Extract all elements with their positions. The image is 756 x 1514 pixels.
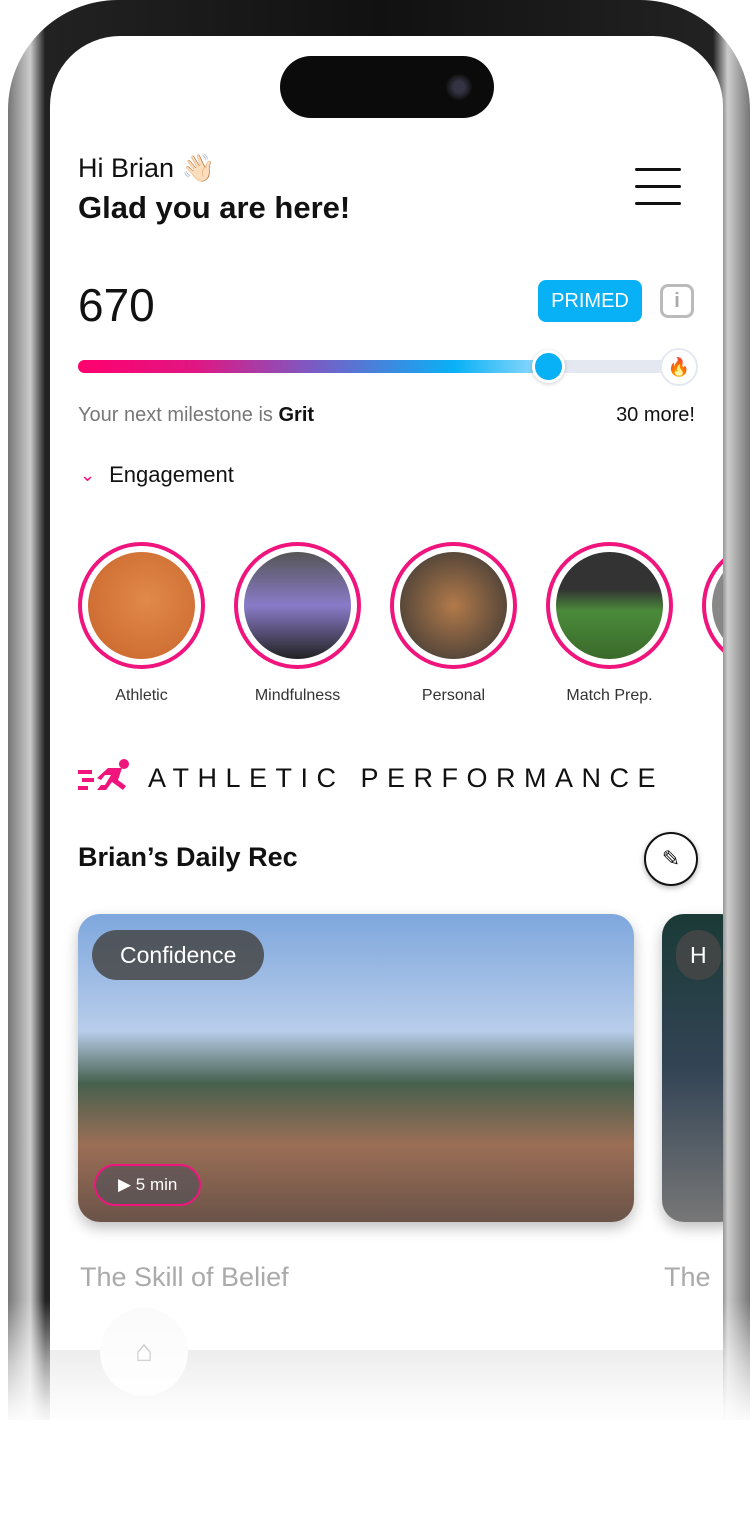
rec-card[interactable]: Confidence ▶ 5 min: [78, 914, 634, 1222]
card-title[interactable]: The: [664, 1262, 711, 1293]
progress-knob: [531, 350, 565, 383]
card-title[interactable]: The Skill of Belief: [80, 1262, 289, 1293]
score-value: 670: [78, 279, 155, 331]
athletic-image: [88, 552, 195, 659]
flame-icon: 🔥: [660, 348, 698, 386]
greeting: Hi Brian 👋🏻: [78, 153, 216, 183]
category-label: Athletic: [115, 687, 168, 704]
milestone-name: Grit: [278, 404, 315, 426]
bottom-fade: [0, 1300, 756, 1514]
app-screen: Hi Brian 👋🏻 Glad you are here! 670 PRIME…: [50, 36, 723, 1420]
rec-card[interactable]: H: [662, 914, 723, 1222]
category-athletic[interactable]: Athletic: [78, 542, 205, 705]
page-title: Glad you are here!: [78, 190, 351, 225]
category-label: Personal: [421, 687, 486, 704]
play-icon: ▶: [118, 1175, 136, 1194]
category-personal[interactable]: Personal: [390, 542, 517, 705]
daily-rec-title: Brian’s Daily Rec: [78, 842, 298, 872]
points-remaining: 30 more!: [616, 404, 695, 426]
engagement-label: Engagement: [109, 462, 234, 487]
running-icon: [78, 759, 129, 790]
status-badge: PRIMED: [538, 280, 642, 322]
card-tag: Confidence: [92, 930, 265, 980]
progress-track: [78, 360, 688, 373]
category-label: Match Prep.: [566, 687, 653, 704]
category-match-prep[interactable]: Match Prep.: [546, 542, 673, 705]
category-more[interactable]: M: [702, 542, 723, 705]
category-image: [712, 552, 723, 659]
play-duration-button[interactable]: ▶ 5 min: [94, 1164, 202, 1206]
duration-label: 5 min: [135, 1175, 178, 1194]
category-list: Athletic Mindfulness Personal Match Prep…: [78, 542, 723, 705]
info-icon[interactable]: i: [660, 284, 694, 318]
camera: [446, 74, 472, 100]
personal-image: [400, 552, 507, 659]
progress-fill: [78, 360, 548, 373]
category-label: Mindfulness: [254, 687, 341, 704]
category-label: M: [702, 687, 723, 705]
chevron-down-icon: ⌄: [80, 464, 96, 485]
section-header: ATHLETIC PERFORMANCE: [78, 758, 664, 798]
milestone-text: Your next milestone is Grit: [78, 404, 314, 427]
milestone-prefix: Your next milestone is: [78, 404, 279, 426]
edit-pencil-icon[interactable]: ✎: [644, 832, 698, 886]
category-mindfulness[interactable]: Mindfulness: [234, 542, 361, 705]
card-tag: H: [676, 930, 721, 980]
hamburger-menu-icon[interactable]: [635, 168, 681, 205]
section-title: ATHLETIC PERFORMANCE: [148, 762, 665, 793]
mindfulness-image: [244, 552, 351, 659]
dynamic-island: [280, 56, 494, 118]
match-prep-image: [556, 552, 663, 659]
engagement-toggle[interactable]: ⌄ Engagement: [80, 462, 234, 488]
